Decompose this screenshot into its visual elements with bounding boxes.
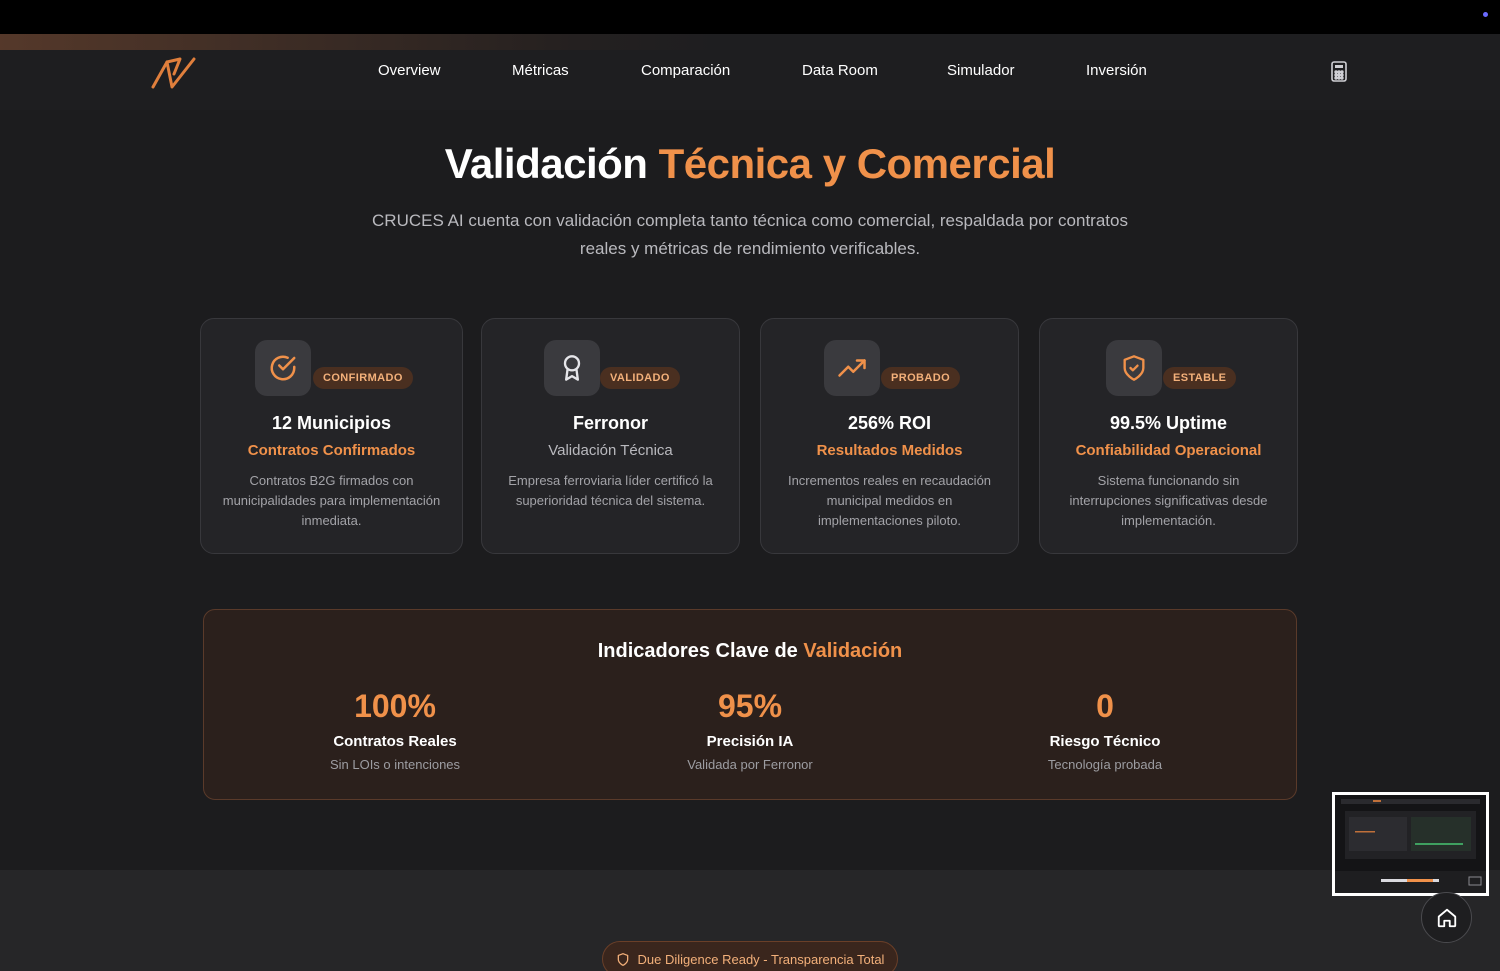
nav-link-overview[interactable]: Overview: [378, 62, 441, 79]
validation-card-roi: PROBADO 256% ROI Resultados Medidos Incr…: [760, 318, 1019, 554]
kpi-title-main: Indicadores Clave de: [597, 640, 804, 662]
shield-check-icon: [1123, 355, 1145, 381]
navbar-glow: [0, 34, 720, 50]
page-title-accent: Técnica y Comercial: [658, 140, 1056, 187]
page-title-main: Validación: [444, 140, 659, 187]
page-preview-thumbnail[interactable]: [1332, 792, 1489, 896]
kpi-label: Precisión IA: [706, 733, 794, 750]
card-description: Incrementos reales en recaudación munici…: [787, 473, 992, 528]
kpi-contratos: 100% Contratos Reales Sin LOIs o intenci…: [245, 686, 545, 772]
nav-link-inversion[interactable]: Inversión: [1086, 62, 1147, 79]
status-dot: [1483, 12, 1488, 17]
card-subtitle: Contratos Confirmados: [247, 442, 416, 459]
main-nav: Overview Métricas Comparación Data Room …: [0, 62, 1500, 86]
status-badge: CONFIRMADO: [313, 367, 413, 389]
card-subtitle: Validación Técnica: [548, 442, 673, 459]
shield-icon: [617, 952, 628, 966]
card-subtitle: Resultados Medidos: [816, 442, 963, 459]
home-icon: [1437, 908, 1456, 927]
home-button[interactable]: [1421, 892, 1472, 943]
card-description: Empresa ferroviaria líder certificó la s…: [508, 473, 713, 508]
due-diligence-label: Due Diligence Ready - Transparencia Tota…: [637, 951, 885, 967]
page-subtitle: CRUCES AI cuenta con validación completa…: [372, 211, 1128, 258]
card-icon-box: [255, 340, 311, 396]
nav-link-data-room[interactable]: Data Room: [802, 62, 878, 79]
kpi-sublabel: Sin LOIs o intenciones: [329, 757, 461, 772]
card-title: 99.5% Uptime: [1109, 413, 1228, 433]
nav-link-comparacion[interactable]: Comparación: [641, 62, 730, 79]
status-badge: PROBADO: [881, 367, 961, 389]
kpi-label: Riesgo Técnico: [1049, 733, 1161, 750]
window-top-bar: [0, 0, 1500, 34]
status-badge: ESTABLE: [1163, 367, 1237, 389]
due-diligence-badge[interactable]: Due Diligence Ready - Transparencia Tota…: [602, 941, 898, 971]
kpi-riesgo: 0 Riesgo Técnico Tecnología probada: [955, 686, 1255, 772]
page-title: Validación Técnica y Comercial: [0, 140, 1500, 188]
card-description: Sistema funcionando sin interrupciones s…: [1069, 473, 1268, 528]
status-badge: VALIDADO: [600, 367, 680, 389]
nav-link-simulador[interactable]: Simulador: [947, 62, 1015, 79]
preview-thumbnail-image: [1335, 795, 1486, 893]
card-title: Ferronor: [572, 413, 648, 433]
card-title: 12 Municipios: [271, 413, 392, 433]
kpi-panel: Indicadores Clave de Validación 100% Con…: [203, 609, 1297, 800]
navbar: Overview Métricas Comparación Data Room …: [0, 34, 1500, 110]
card-description: Contratos B2G firmados con municipalidad…: [222, 473, 441, 528]
card-icon-box: [824, 340, 880, 396]
kpi-value: 95%: [717, 688, 783, 724]
check-circle-icon: [270, 355, 296, 381]
kpi-precision: 95% Precisión IA Validada por Ferronor: [600, 686, 900, 772]
validation-card-municipios: CONFIRMADO 12 Municipios Contratos Confi…: [200, 318, 463, 554]
nav-link-metricas[interactable]: Métricas: [512, 62, 569, 79]
calculator-icon: [1331, 61, 1347, 82]
kpi-value: 100%: [354, 688, 436, 724]
calculator-button[interactable]: [1328, 60, 1350, 84]
kpi-title-accent: Validación: [803, 640, 903, 662]
card-icon-box: [1106, 340, 1162, 396]
kpi-title: Indicadores Clave de Validación: [204, 640, 1296, 663]
card-icon-box: [544, 340, 600, 396]
validation-card-ferronor: VALIDADO Ferronor Validación Técnica Emp…: [481, 318, 740, 554]
card-title: 256% ROI: [847, 413, 932, 433]
validation-card-uptime: ESTABLE 99.5% Uptime Confiabilidad Opera…: [1039, 318, 1298, 554]
kpi-label: Contratos Reales: [333, 733, 457, 750]
kpi-sublabel: Validada por Ferronor: [687, 757, 813, 772]
card-subtitle: Confiabilidad Operacional: [1075, 442, 1262, 459]
kpi-sublabel: Tecnología probada: [1047, 757, 1163, 772]
award-icon: [563, 355, 581, 381]
trending-up-icon: [838, 359, 866, 377]
kpi-value: 0: [1096, 688, 1114, 724]
